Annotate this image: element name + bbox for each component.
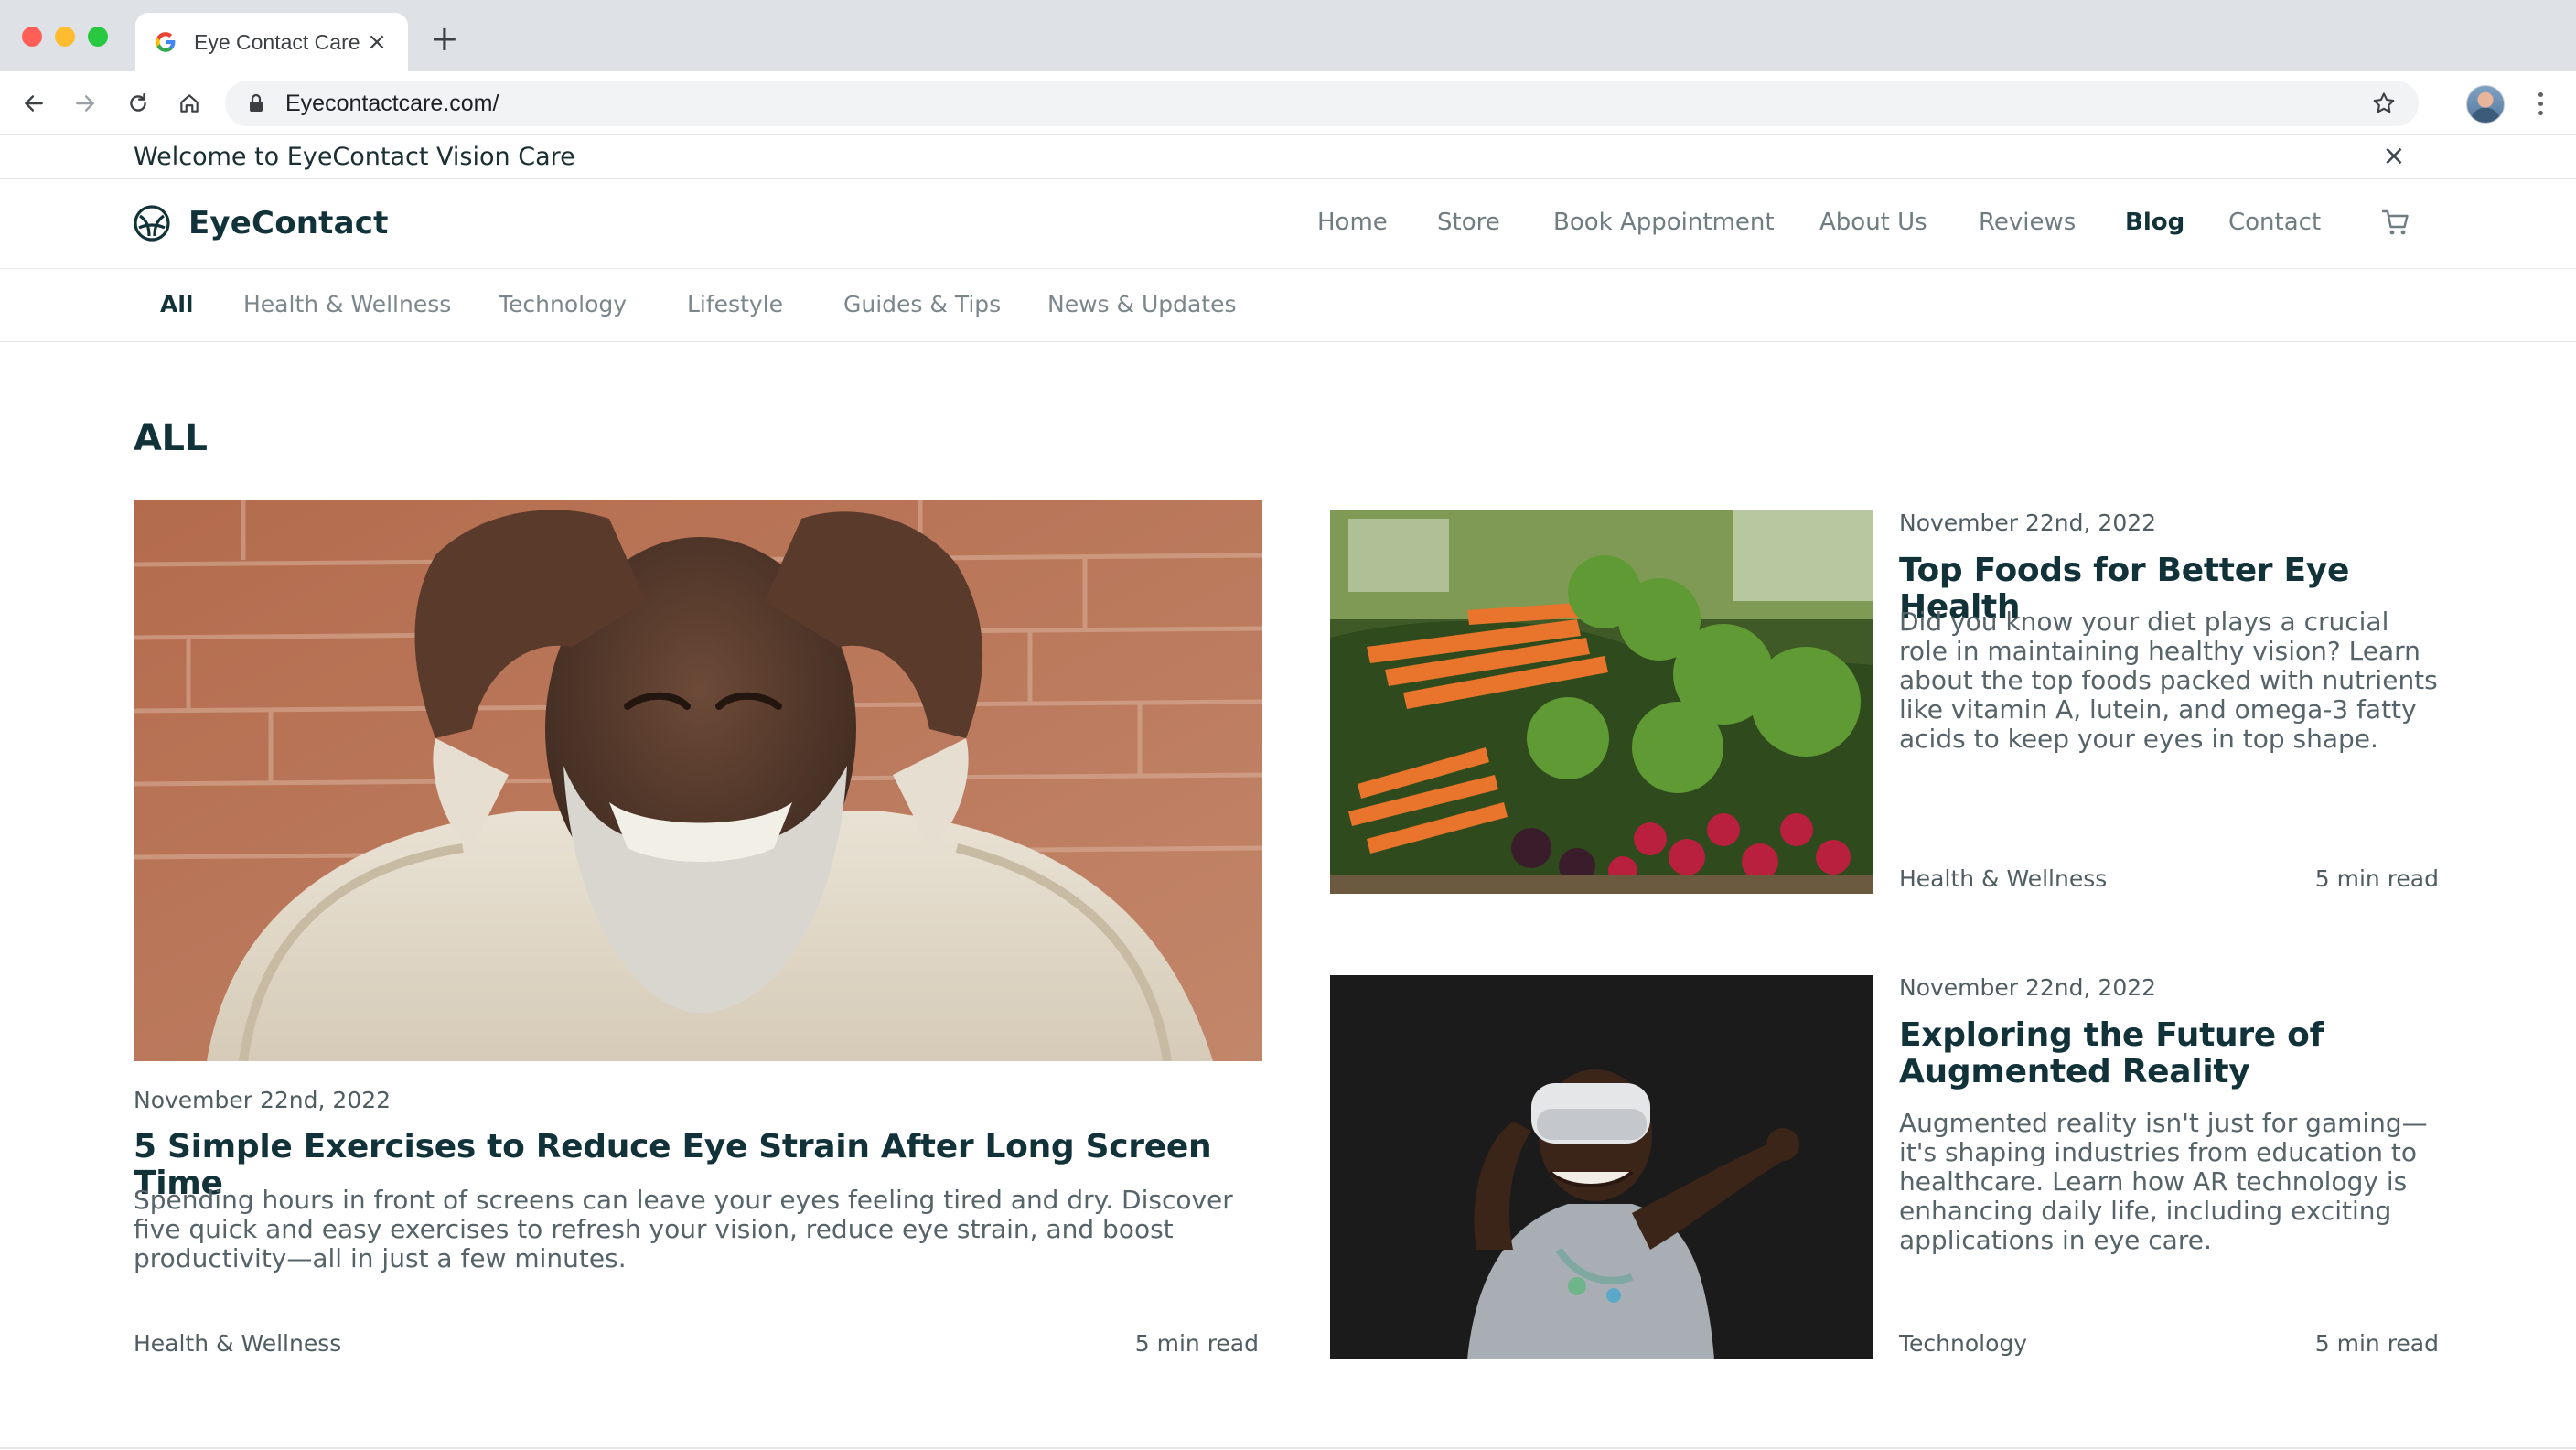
close-icon[interactable]: × bbox=[2378, 141, 2410, 172]
address-bar[interactable]: Eyecontactcare.com/ bbox=[225, 81, 2419, 126]
article-date: November 22nd, 2022 bbox=[134, 1087, 392, 1113]
profile-avatar[interactable] bbox=[2466, 85, 2505, 124]
url-text: Eyecontactcare.com/ bbox=[285, 90, 499, 116]
article-date: November 22nd, 2022 bbox=[1899, 974, 2157, 1001]
article-date: November 22nd, 2022 bbox=[1899, 510, 2157, 536]
lock-icon bbox=[250, 93, 263, 112]
site-header: EyeContact Home Store Book Appointment A… bbox=[0, 179, 2576, 269]
category-technology[interactable]: Technology bbox=[499, 291, 627, 317]
tab-close-icon[interactable]: × bbox=[364, 28, 390, 56]
browser-toolbar: Eyecontactcare.com/ bbox=[0, 71, 2576, 135]
article-title[interactable]: Exploring the Future of Augmented Realit… bbox=[1899, 1017, 2375, 1090]
window-minimize-button[interactable] bbox=[55, 27, 75, 47]
nav-reviews[interactable]: Reviews bbox=[1979, 209, 2076, 236]
article-image-vr[interactable] bbox=[1330, 975, 1873, 1359]
announcement-text: Welcome to EyeContact Vision Care bbox=[134, 143, 575, 171]
back-button[interactable] bbox=[15, 84, 53, 123]
article-excerpt: Augmented reality isn't just for gaming—… bbox=[1899, 1108, 2428, 1255]
article-read-time: 5 min read bbox=[2314, 1330, 2439, 1357]
vegetables-photo bbox=[1330, 510, 1873, 894]
article-image-foods[interactable] bbox=[1330, 510, 1873, 894]
nav-about-us[interactable]: About Us bbox=[1819, 209, 1927, 236]
category-filter-bar: All Health & Wellness Technology Lifesty… bbox=[0, 269, 2576, 342]
arrow-left-icon bbox=[25, 95, 43, 112]
nav-blog[interactable]: Blog bbox=[2125, 209, 2184, 236]
reload-icon bbox=[130, 93, 146, 112]
article-excerpt: Spending hours in front of screens can l… bbox=[134, 1185, 1233, 1273]
stressed-man-photo bbox=[134, 500, 1262, 1061]
reload-button[interactable] bbox=[119, 84, 157, 123]
browser-tab[interactable]: Eye Contact Care × bbox=[135, 13, 408, 71]
nav-home[interactable]: Home bbox=[1317, 209, 1388, 236]
tab-title: Eye Contact Care bbox=[194, 29, 360, 54]
new-tab-button[interactable]: + bbox=[430, 20, 459, 57]
vr-headset-photo bbox=[1330, 975, 1873, 1359]
google-g-icon bbox=[156, 32, 176, 52]
category-guides-tips[interactable]: Guides & Tips bbox=[843, 291, 1001, 317]
window-maximize-button[interactable] bbox=[88, 27, 108, 47]
featured-article-image[interactable] bbox=[134, 500, 1262, 1061]
shopping-cart-icon[interactable] bbox=[2380, 207, 2411, 238]
category-news-updates[interactable]: News & Updates bbox=[1047, 291, 1237, 317]
category-health-wellness[interactable]: Health & Wellness bbox=[243, 291, 451, 317]
brand-name: EyeContact bbox=[188, 205, 389, 242]
page-bottom-divider bbox=[0, 1447, 2576, 1449]
section-title: ALL bbox=[134, 417, 208, 459]
nav-book-appointment[interactable]: Book Appointment bbox=[1553, 209, 1775, 236]
nav-store[interactable]: Store bbox=[1437, 209, 1500, 236]
arrow-right-icon bbox=[76, 95, 94, 112]
category-lifestyle[interactable]: Lifestyle bbox=[687, 291, 783, 317]
star-icon[interactable] bbox=[2371, 91, 2397, 116]
announcement-bar: Welcome to EyeContact Vision Care × bbox=[0, 135, 2576, 179]
nav-contact[interactable]: Contact bbox=[2228, 209, 2321, 236]
browser-tab-bar: Eye Contact Care × + bbox=[0, 0, 2576, 71]
article-read-time: 5 min read bbox=[2314, 865, 2439, 892]
site-logo[interactable]: EyeContact bbox=[132, 203, 389, 243]
kebab-menu-icon[interactable] bbox=[2527, 84, 2554, 123]
eye-logo-icon bbox=[134, 205, 170, 242]
forward-button[interactable] bbox=[66, 84, 104, 123]
article-category[interactable]: Health & Wellness bbox=[134, 1330, 341, 1357]
window-close-button[interactable] bbox=[22, 27, 42, 47]
article-read-time: 5 min read bbox=[1134, 1330, 1259, 1357]
category-all[interactable]: All bbox=[160, 291, 194, 317]
article-category[interactable]: Health & Wellness bbox=[1899, 865, 2107, 892]
article-excerpt: Did you know your diet plays a crucial r… bbox=[1899, 607, 2438, 754]
home-button[interactable] bbox=[170, 84, 209, 123]
article-category[interactable]: Technology bbox=[1899, 1330, 2027, 1357]
home-icon bbox=[180, 94, 199, 113]
